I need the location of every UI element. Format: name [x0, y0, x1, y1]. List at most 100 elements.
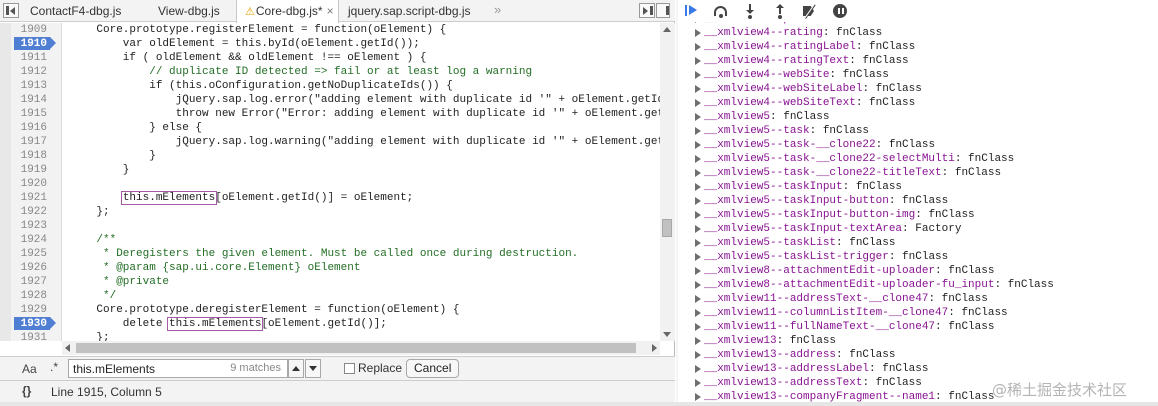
sidebar-toggle-icon[interactable]	[3, 3, 19, 18]
breakpoint-line-number[interactable]: 1930	[0, 317, 62, 331]
tab-1[interactable]: ContactF4-dbg.js	[22, 0, 150, 22]
horizontal-scroll-thumb[interactable]	[76, 343, 636, 353]
expand-triangle-icon[interactable]	[695, 71, 701, 79]
line-number[interactable]: 1921	[0, 191, 62, 205]
line-number[interactable]: 1909	[0, 23, 62, 37]
line-number[interactable]: 1914	[0, 93, 62, 107]
scope-property-row[interactable]: __xmlview5--taskInput-button: fnClass	[676, 194, 1158, 208]
scope-property-row[interactable]: __xmlview5--taskInput-textArea: Factory	[676, 222, 1158, 236]
scope-property-row[interactable]: __xmlview5--task-__clone22-titleText: fn…	[676, 166, 1158, 180]
scope-property-row[interactable]: __xmlview5--taskInput-button-img: fnClas…	[676, 208, 1158, 222]
line-number[interactable]: 1916	[0, 121, 62, 135]
line-number[interactable]: 1926	[0, 261, 62, 275]
scroll-up-icon[interactable]	[663, 27, 671, 32]
scope-property-row[interactable]: __xmlview8--attachmentEdit-uploader-fu_i…	[676, 278, 1158, 292]
expand-triangle-icon[interactable]	[695, 225, 701, 233]
vertical-scrollbar[interactable]	[660, 23, 675, 341]
expand-triangle-icon[interactable]	[695, 197, 701, 205]
replace-checkbox[interactable]	[344, 363, 355, 374]
line-number[interactable]: 1931	[0, 331, 62, 341]
scope-property-row[interactable]: __xmlview5--taskList: fnClass	[676, 236, 1158, 250]
tab-4[interactable]: jquery.sap.script-dbg.js	[340, 0, 480, 22]
pause-on-exceptions-icon[interactable]	[832, 3, 848, 19]
panel-toggle-icon[interactable]	[656, 3, 670, 18]
code-area[interactable]: 1909 Core.prototype.registerElement = fu…	[0, 23, 660, 341]
resume-icon[interactable]	[683, 3, 699, 19]
line-number[interactable]: 1924	[0, 233, 62, 247]
scope-property-row[interactable]: __xmlview13: fnClass	[676, 334, 1158, 348]
line-number[interactable]: 1912	[0, 65, 62, 79]
line-number[interactable]: 1922	[0, 205, 62, 219]
previous-match-button[interactable]	[288, 359, 304, 378]
cancel-button[interactable]: Cancel	[406, 359, 460, 378]
scope-property-row[interactable]: __xmlview11--columnListItem-__clone47: f…	[676, 306, 1158, 320]
vertical-scroll-thumb[interactable]	[662, 219, 672, 237]
line-number[interactable]: 1928	[0, 289, 62, 303]
line-number[interactable]: 1929	[0, 303, 62, 317]
line-number[interactable]: 1925	[0, 247, 62, 261]
expand-triangle-icon[interactable]	[695, 113, 701, 121]
expand-triangle-icon[interactable]	[695, 337, 701, 345]
scope-property-row[interactable]: __xmlview11--fullNameText-__clone47: fnC…	[676, 320, 1158, 334]
regex-button[interactable]: .*	[50, 360, 58, 374]
scroll-left-icon[interactable]	[65, 344, 70, 352]
expand-triangle-icon[interactable]	[695, 127, 701, 135]
scope-property-row[interactable]: __xmlview5--task-__clone22: fnClass	[676, 138, 1158, 152]
pane-divider[interactable]	[676, 0, 678, 406]
line-number[interactable]: 1913	[0, 79, 62, 93]
step-out-icon[interactable]	[772, 3, 788, 19]
scope-property-row[interactable]: __xmlview4--rating: fnClass	[676, 26, 1158, 40]
expand-triangle-icon[interactable]	[695, 267, 701, 275]
tab-2[interactable]: View-dbg.js	[150, 0, 236, 22]
deactivate-breakpoints-icon[interactable]	[802, 3, 818, 20]
expand-triangle-icon[interactable]	[695, 365, 701, 373]
search-input[interactable]	[73, 361, 223, 376]
scope-property-row[interactable]: __xmlview5: fnClass	[676, 110, 1158, 124]
step-into-icon[interactable]	[742, 3, 758, 19]
scroll-down-icon[interactable]	[663, 332, 671, 337]
expand-triangle-icon[interactable]	[695, 141, 701, 149]
expand-triangle-icon[interactable]	[695, 239, 701, 247]
expand-triangle-icon[interactable]	[695, 295, 701, 303]
tab-3[interactable]: ⚠Core-dbg.js* ×	[236, 0, 339, 23]
line-number[interactable]: 1918	[0, 149, 62, 163]
expand-triangle-icon[interactable]	[695, 169, 701, 177]
expand-triangle-icon[interactable]	[695, 57, 701, 65]
expand-triangle-icon[interactable]	[695, 253, 701, 261]
expand-triangle-icon[interactable]	[695, 379, 701, 387]
scope-property-row[interactable]: __xmlview4--webSiteLabel: fnClass	[676, 82, 1158, 96]
scope-property-row[interactable]: __xmlview5--task-__clone22-selectMulti: …	[676, 152, 1158, 166]
scope-property-row[interactable]: __xmlview5--taskInput: fnClass	[676, 180, 1158, 194]
scope-property-row[interactable]: __xmlview4--webSiteText: fnClass	[676, 96, 1158, 110]
scope-property-row[interactable]: __xmlview13--address: fnClass	[676, 348, 1158, 362]
next-match-button[interactable]	[305, 359, 321, 378]
expand-triangle-icon[interactable]	[695, 29, 701, 37]
scope-property-row[interactable]: __xmlview8--attachmentEdit-uploader: fnC…	[676, 264, 1158, 278]
expand-triangle-icon[interactable]	[695, 323, 701, 331]
tab-overflow-icon[interactable]: »	[494, 0, 501, 20]
expand-triangle-icon[interactable]	[695, 281, 701, 289]
line-number[interactable]: 1915	[0, 107, 62, 121]
scroll-right-icon[interactable]	[652, 344, 657, 352]
expand-triangle-icon[interactable]	[695, 309, 701, 317]
sidebar-right-toggle-icon[interactable]	[639, 3, 655, 18]
expand-triangle-icon[interactable]	[695, 211, 701, 219]
expand-triangle-icon[interactable]	[695, 85, 701, 93]
scope-property-row[interactable]: __xmlview11--addressText-__clone47: fnCl…	[676, 292, 1158, 306]
expand-triangle-icon[interactable]	[695, 99, 701, 107]
expand-triangle-icon[interactable]	[695, 351, 701, 359]
expand-triangle-icon[interactable]	[695, 183, 701, 191]
match-case-button[interactable]: Aa	[22, 362, 37, 376]
pretty-print-button[interactable]: {}	[22, 384, 31, 398]
line-number[interactable]: 1911	[0, 51, 62, 65]
breakpoint-line-number[interactable]: 1910	[0, 37, 62, 51]
scope-property-row[interactable]: __xmlview5--task: fnClass	[676, 124, 1158, 138]
step-over-icon[interactable]	[713, 3, 729, 19]
horizontal-scrollbar[interactable]	[62, 341, 660, 355]
line-number[interactable]: 1920	[0, 177, 62, 191]
line-number[interactable]: 1923	[0, 219, 62, 233]
expand-triangle-icon[interactable]	[695, 393, 701, 401]
scope-property-row[interactable]: __xmlview5--taskList-trigger: fnClass	[676, 250, 1158, 264]
line-number[interactable]: 1917	[0, 135, 62, 149]
scope-property-row[interactable]: __xmlview13--addressLabel: fnClass	[676, 362, 1158, 376]
